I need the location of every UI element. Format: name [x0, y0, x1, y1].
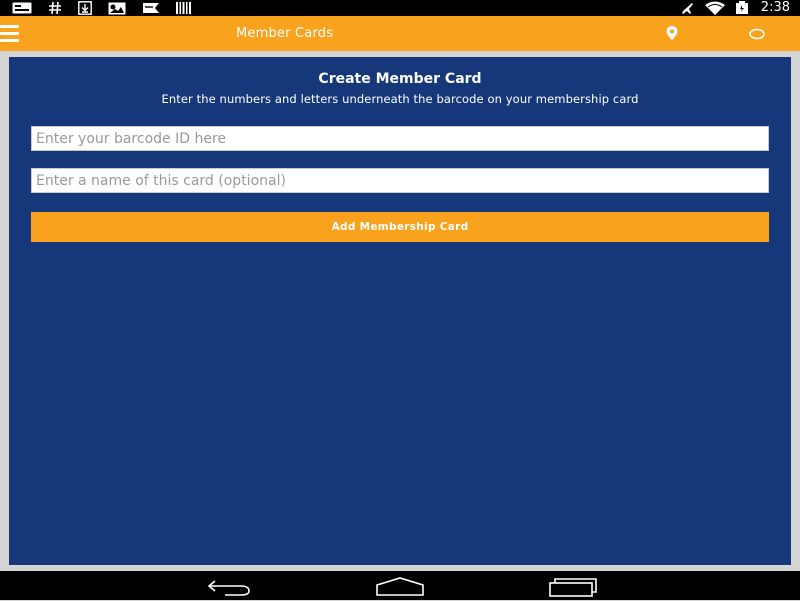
system-nav-bar: [0, 571, 800, 600]
photo-icon: [108, 0, 126, 16]
back-icon[interactable]: [205, 575, 253, 597]
notification-card-icon: [12, 0, 32, 16]
bookmark-icon: [142, 0, 160, 16]
status-bar-system: 2:38: [679, 0, 790, 16]
battery-icon: [735, 0, 749, 16]
hash-icon: [48, 0, 62, 16]
wifi-icon: [704, 0, 725, 16]
form-subtitle: Enter the numbers and letters underneath…: [161, 92, 639, 106]
location-pin-icon[interactable]: [664, 25, 680, 41]
card-name-input[interactable]: [31, 168, 769, 193]
status-bar: 2:38: [0, 0, 800, 16]
airplane-icon: [679, 0, 695, 16]
barcode-icon: [176, 0, 192, 16]
download-icon: [78, 0, 92, 16]
status-bar-notifications: [12, 0, 192, 16]
app-bar: Member Cards: [0, 16, 800, 51]
menu-button[interactable]: [0, 25, 22, 42]
form-title: Create Member Card: [318, 71, 482, 87]
create-member-card-panel: Create Member Card Enter the numbers and…: [9, 57, 791, 565]
add-membership-card-button[interactable]: Add Membership Card: [31, 212, 769, 242]
app-title: Member Cards: [236, 26, 334, 41]
menu-icon-bar: [0, 32, 19, 35]
recents-icon[interactable]: [547, 575, 597, 597]
barcode-id-input[interactable]: [31, 126, 769, 151]
menu-icon-bar: [0, 39, 19, 42]
status-time: 2:38: [760, 0, 790, 15]
home-icon[interactable]: [375, 575, 425, 597]
menu-icon-bar: [0, 25, 19, 28]
search-icon[interactable]: [748, 26, 766, 40]
